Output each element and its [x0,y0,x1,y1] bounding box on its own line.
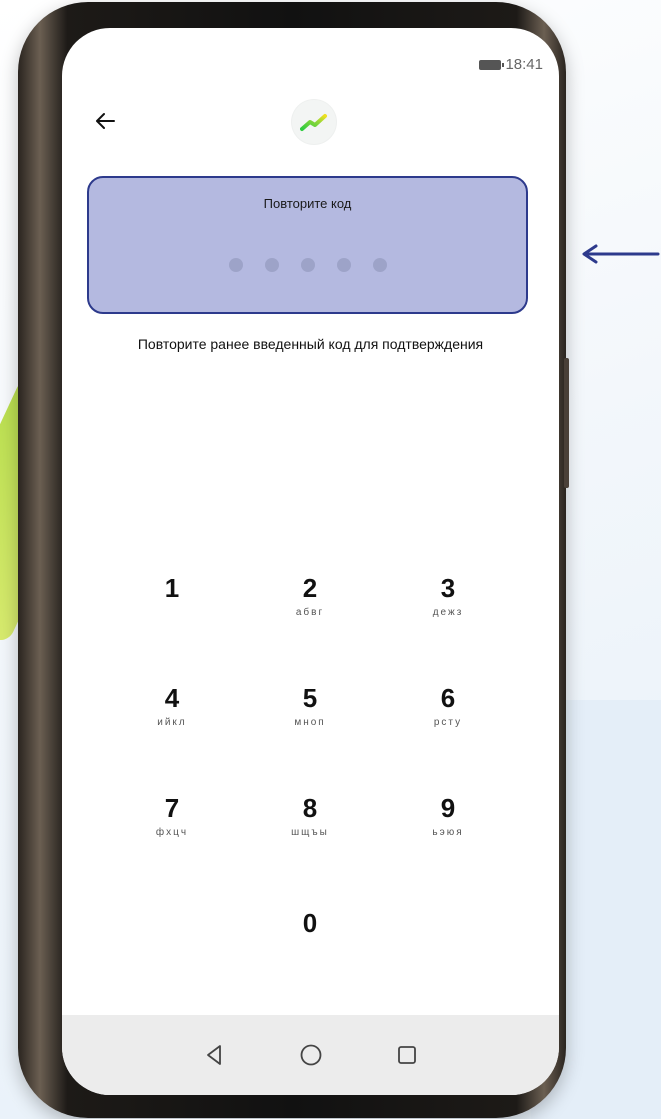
phone-screen: 18:41 Повторите код Повторите ранее введ… [62,28,559,1095]
key-letters: мноп [294,717,326,728]
phone-side-button [564,358,569,488]
key-digit: 5 [302,683,318,713]
key-7[interactable]: 7 фхцч [122,793,222,838]
key-2[interactable]: 2 абвг [260,573,360,618]
key-6[interactable]: 6 рсту [398,683,498,728]
key-4[interactable]: 4 ийкл [122,683,222,728]
triangle-back-icon [206,1045,221,1065]
phone-frame: 18:41 Повторите код Повторите ранее введ… [18,2,566,1118]
circle-home-icon [300,1044,321,1066]
key-digit: 4 [164,683,180,713]
key-digit: 8 [302,793,318,823]
key-1[interactable]: 1 [122,573,222,607]
key-letters: фхцч [155,827,189,838]
key-letters: ьэюя [432,827,464,838]
app-logo [292,100,336,144]
key-digit: 9 [440,793,456,823]
hint-text: Повторите ранее введенный код для подтве… [137,336,484,352]
key-8[interactable]: 8 шщъы [260,793,360,838]
key-digit: 2 [302,573,318,603]
pin-dot [336,258,351,272]
pointer-arrow-icon [582,244,660,264]
arrow-left-icon [96,113,115,129]
chart-trend-logo-icon [300,114,327,131]
back-button[interactable] [90,106,120,136]
square-recents-icon [398,1046,417,1064]
nav-back-button[interactable] [199,1040,229,1070]
pin-dot [300,258,315,272]
key-5[interactable]: 5 мноп [260,683,360,728]
system-nav-bar [62,1015,559,1095]
key-0[interactable]: 0 [260,908,360,942]
code-title: Повторите код [263,196,352,211]
pin-dot [264,258,279,272]
code-entry-panel: Повторите код [87,176,528,314]
key-digit: 1 [164,573,180,603]
nav-home-button[interactable] [296,1040,326,1070]
key-letters: ийкл [157,717,187,728]
status-time: 18:41 [505,56,543,73]
key-letters: рсту [433,717,463,728]
battery-icon [479,59,505,70]
key-9[interactable]: 9 ьэюя [398,793,498,838]
key-digit: 0 [302,908,318,938]
pin-dots [89,258,526,272]
nav-recents-button[interactable] [392,1040,422,1070]
key-digit: 6 [440,683,456,713]
status-bar: 18:41 [479,56,543,73]
key-letters: шщъы [291,827,329,838]
pin-dot [228,258,243,272]
key-digit: 7 [164,793,180,823]
key-letters: дежз [432,607,464,618]
key-3[interactable]: 3 дежз [398,573,498,618]
key-letters: абвг [295,607,325,618]
pin-dot [372,258,387,272]
key-digit: 3 [440,573,456,603]
